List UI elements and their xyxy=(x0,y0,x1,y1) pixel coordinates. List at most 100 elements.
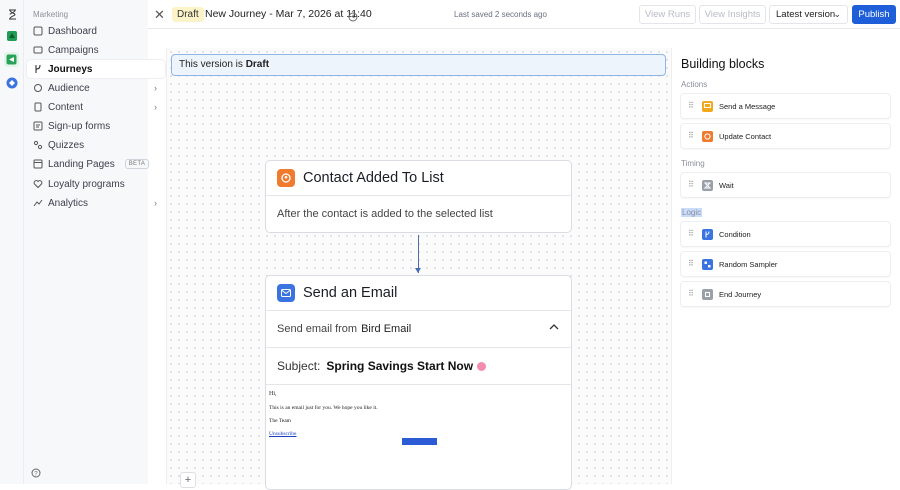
forms-icon xyxy=(33,121,43,131)
status-badge: Draft xyxy=(172,7,204,22)
sidebar-item-label: Loyalty programs xyxy=(48,178,125,190)
audience-icon xyxy=(33,83,43,93)
contact-icon xyxy=(702,130,713,142)
sidebar-item-quizzes[interactable]: Quizzes xyxy=(27,136,165,154)
drag-handle-icon[interactable]: ⠿ xyxy=(688,230,694,238)
unsubscribe-link[interactable]: Unsubscribe xyxy=(269,431,571,437)
panel-title: Building blocks xyxy=(681,57,765,71)
block-update-contact[interactable]: ⠿ Update Contact xyxy=(680,123,891,149)
sender-prefix: Send email from xyxy=(277,323,358,335)
journey-title[interactable]: New Journey - Mar 7, 2026 at 11:40 xyxy=(205,8,372,20)
email-signoff: The Team xyxy=(269,418,291,424)
pages-icon xyxy=(33,159,43,169)
block-label: Update Contact xyxy=(719,131,772,141)
branch-icon xyxy=(702,228,713,240)
block-label: Condition xyxy=(719,229,751,239)
clock-icon[interactable] xyxy=(348,9,358,27)
sidebar-item-signup-forms[interactable]: Sign-up forms xyxy=(27,117,165,135)
apps-icon[interactable] xyxy=(5,29,19,43)
sidebar-item-content[interactable]: Content › xyxy=(27,98,165,116)
sidebar-item-label: Quizzes xyxy=(48,139,85,151)
message-icon xyxy=(702,100,713,112)
drag-handle-icon[interactable]: ⠿ xyxy=(688,102,694,110)
block-label: Wait xyxy=(719,180,734,190)
email-step-card[interactable]: Send an Email Send email from Bird Email… xyxy=(265,275,572,490)
sidebar-item-journeys[interactable]: Journeys xyxy=(27,60,165,78)
sampler-icon xyxy=(702,258,713,270)
email-step-title: Send an Email xyxy=(303,285,398,301)
block-condition[interactable]: ⠿ Condition xyxy=(680,221,891,247)
view-insights-button[interactable]: View Insights xyxy=(699,5,766,24)
block-wait[interactable]: ⠿ Wait xyxy=(680,172,891,198)
version-select[interactable]: Latest version ⌄ xyxy=(769,5,848,24)
group-label-timing: Timing xyxy=(681,159,705,168)
trigger-title: Contact Added To List xyxy=(303,170,444,186)
email-preview: Hi, This is an email just for you. We ho… xyxy=(266,385,571,437)
chevron-up-icon[interactable] xyxy=(549,322,559,334)
sidebar-item-label: Audience xyxy=(48,82,90,94)
email-sender-row[interactable]: Send email from Bird Email xyxy=(266,311,571,348)
analytics-icon xyxy=(33,198,43,208)
block-label: Send a Message xyxy=(719,101,776,111)
email-body-line: This is an email just for you. We hope y… xyxy=(269,405,378,411)
sidebar-item-analytics[interactable]: Analytics › xyxy=(27,194,165,212)
quizzes-icon xyxy=(33,140,43,150)
sidebar-item-label: Campaigns xyxy=(48,44,99,56)
group-label-actions: Actions xyxy=(681,80,708,89)
block-label: Random Sampler xyxy=(719,259,778,269)
sidebar-item-label: Content xyxy=(48,101,84,113)
drag-handle-icon[interactable]: ⠿ xyxy=(688,290,694,298)
journey-toolbar: ✕ Draft New Journey - Mar 7, 2026 at 11:… xyxy=(148,0,900,29)
block-label: End Journey xyxy=(719,289,762,299)
email-subject-row[interactable]: Subject: Spring Savings Start Now xyxy=(266,348,571,385)
logo-icon[interactable] xyxy=(5,7,19,21)
close-icon[interactable]: ✕ xyxy=(154,7,165,23)
sidebar-item-label: Analytics xyxy=(48,197,89,209)
block-send-message[interactable]: ⠿ Send a Message xyxy=(680,93,891,119)
sidebar: Marketing Dashboard Campaigns Journeys A… xyxy=(24,0,165,484)
contact-trigger-icon xyxy=(277,169,295,187)
block-random-sampler[interactable]: ⠿ Random Sampler xyxy=(680,251,891,277)
content-icon xyxy=(33,102,43,112)
block-end-journey[interactable]: ⠿ End Journey xyxy=(680,281,891,307)
drag-handle-icon[interactable]: ⠿ xyxy=(688,260,694,268)
subject-value: Spring Savings Start Now xyxy=(326,359,474,373)
trigger-description: After the contact is added to the select… xyxy=(277,208,493,220)
last-saved-text: Last saved 2 seconds ago xyxy=(454,10,547,19)
dashboard-icon xyxy=(33,26,43,36)
journeys-icon xyxy=(33,64,43,74)
banner-status: Draft xyxy=(245,59,270,70)
sidebar-item-audience[interactable]: Audience › xyxy=(27,79,165,97)
banner-prefix: This version is xyxy=(179,59,243,70)
heart-icon xyxy=(33,179,43,189)
subject-label: Subject: xyxy=(277,359,321,373)
version-select-value: Latest version xyxy=(776,9,836,20)
arrow-down-icon xyxy=(415,268,421,273)
chevron-down-icon: ⌄ xyxy=(833,9,841,19)
beta-badge: BETA xyxy=(124,159,150,169)
trigger-step-card[interactable]: Contact Added To List After the contact … xyxy=(265,160,572,233)
marketing-app-icon[interactable] xyxy=(4,52,19,67)
help-icon[interactable]: ? xyxy=(31,465,41,483)
add-step-button[interactable]: + xyxy=(180,472,196,488)
sidebar-item-label: Landing Pages xyxy=(48,158,115,170)
version-banner: This version is Draft xyxy=(171,54,666,76)
sidebar-item-campaigns[interactable]: Campaigns xyxy=(27,41,165,59)
chevron-right-icon: › xyxy=(154,102,157,112)
sidebar-item-label: Dashboard xyxy=(48,25,97,37)
view-runs-button[interactable]: View Runs xyxy=(639,5,696,24)
sidebar-item-dashboard[interactable]: Dashboard xyxy=(27,22,165,40)
app-rail xyxy=(0,0,24,484)
sidebar-item-landing-pages[interactable]: Landing Pages BETA xyxy=(27,155,165,173)
flower-emoji-icon xyxy=(477,361,487,371)
email-greeting: Hi, xyxy=(269,391,277,397)
powered-by-logo xyxy=(402,438,437,445)
sidebar-item-loyalty[interactable]: Loyalty programs xyxy=(27,175,165,193)
campaigns-icon xyxy=(33,45,43,55)
sidebar-item-label: Journeys xyxy=(48,63,93,75)
publish-button[interactable]: Publish xyxy=(852,5,896,24)
drag-handle-icon[interactable]: ⠿ xyxy=(688,132,694,140)
drag-handle-icon[interactable]: ⠿ xyxy=(688,181,694,189)
integrations-icon[interactable] xyxy=(5,76,19,90)
group-label-logic: Logic xyxy=(681,208,703,217)
